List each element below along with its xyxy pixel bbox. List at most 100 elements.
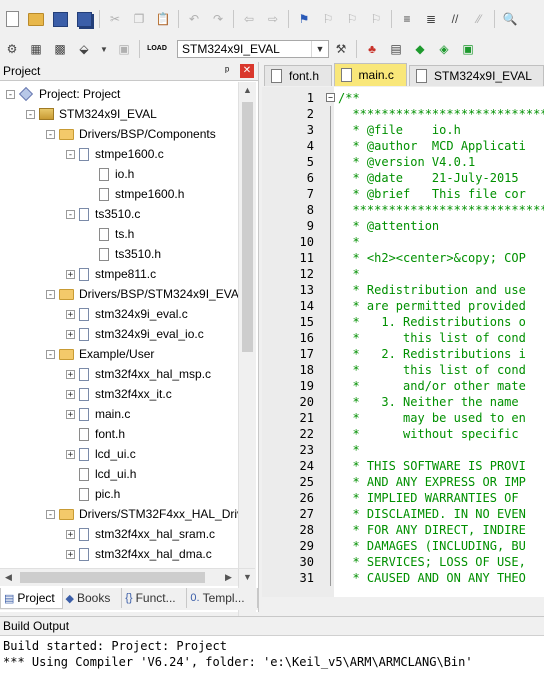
prev-bookmark-icon[interactable]: ⚐ bbox=[320, 11, 336, 27]
insert-bookmark-icon[interactable]: ⚑ bbox=[296, 11, 312, 27]
save-icon[interactable] bbox=[52, 11, 68, 27]
expand-toggle-icon[interactable]: + bbox=[66, 449, 75, 459]
nav-back-icon[interactable]: ⇦ bbox=[241, 11, 257, 27]
tree-item[interactable]: font.h bbox=[66, 424, 125, 444]
file-extensions-icon[interactable]: ▤ bbox=[388, 41, 404, 57]
scroll-thumb[interactable] bbox=[242, 102, 253, 352]
unindent-icon[interactable]: ≣ bbox=[423, 11, 439, 27]
expand-toggle-icon[interactable]: + bbox=[66, 529, 75, 539]
new-file-icon[interactable] bbox=[4, 11, 20, 27]
code-text: **************************** bbox=[338, 107, 544, 121]
scroll-thumb[interactable] bbox=[20, 572, 205, 583]
next-bookmark-icon[interactable]: ⚐ bbox=[344, 11, 360, 27]
project-vertical-scrollbar[interactable]: ▲ ▼ bbox=[238, 82, 256, 630]
collapse-toggle-icon[interactable]: - bbox=[66, 209, 75, 219]
tab-funct[interactable]: {} Funct... bbox=[122, 588, 188, 608]
collapse-toggle-icon[interactable]: - bbox=[46, 349, 55, 359]
editor-tab[interactable]: font.h bbox=[264, 65, 332, 86]
select-packs-icon[interactable]: ◈ bbox=[436, 41, 452, 57]
tree-item[interactable]: lcd_ui.h bbox=[66, 464, 136, 484]
tree-item[interactable]: - Drivers/BSP/Components bbox=[46, 124, 216, 144]
save-all-icon[interactable] bbox=[76, 11, 92, 27]
expand-toggle-icon[interactable]: + bbox=[66, 369, 75, 379]
editor-horizontal-scrollbar[interactable] bbox=[262, 597, 544, 611]
find-in-files-icon[interactable]: 🔍 bbox=[502, 11, 518, 27]
comment-icon[interactable]: // bbox=[447, 11, 463, 27]
tree-item[interactable]: + stm32f4xx_it.c bbox=[66, 384, 172, 404]
tree-item[interactable]: io.h bbox=[86, 164, 134, 184]
stop-build-icon[interactable]: ▣ bbox=[116, 41, 132, 57]
editor-tab[interactable]: main.c bbox=[333, 63, 408, 86]
rte-icon[interactable]: ▣ bbox=[460, 41, 476, 57]
tree-item[interactable]: - ts3510.c bbox=[66, 204, 140, 224]
expand-toggle-icon[interactable]: + bbox=[66, 549, 75, 559]
build-icon[interactable]: ▦ bbox=[28, 41, 44, 57]
tree-item[interactable]: + main.c bbox=[66, 404, 130, 424]
paste-icon[interactable]: 📋 bbox=[155, 11, 171, 27]
download-load-button[interactable]: LOAD bbox=[147, 41, 167, 57]
nav-forward-icon[interactable]: ⇨ bbox=[265, 11, 281, 27]
scroll-down-icon[interactable]: ▼ bbox=[238, 569, 256, 586]
tree-item[interactable]: stmpe1600.h bbox=[86, 184, 184, 204]
tree-item[interactable]: - Drivers/BSP/STM324x9I_EVAL bbox=[46, 284, 238, 304]
collapse-toggle-icon[interactable]: - bbox=[66, 149, 75, 159]
tree-item[interactable]: ts.h bbox=[86, 224, 134, 244]
expand-toggle-icon[interactable]: + bbox=[66, 389, 75, 399]
expand-toggle-icon[interactable]: + bbox=[66, 269, 75, 279]
fold-toggle-icon[interactable]: − bbox=[324, 90, 336, 106]
expand-toggle-icon[interactable]: + bbox=[66, 329, 75, 339]
undo-icon[interactable]: ↶ bbox=[186, 11, 202, 27]
tab-templ[interactable]: 0. Templ... bbox=[187, 588, 258, 608]
tab-books[interactable]: ◆ Books bbox=[63, 588, 123, 608]
collapse-toggle-icon[interactable]: - bbox=[46, 129, 55, 139]
rebuild-icon[interactable]: ▩ bbox=[52, 41, 68, 57]
manage-components-icon[interactable]: ♣ bbox=[364, 41, 380, 57]
tree-item[interactable]: - Project: Project bbox=[6, 84, 120, 104]
code-text: * 2. Redistributions i bbox=[338, 347, 526, 361]
code-line: 25 * AND ANY EXPRESS OR IMP bbox=[262, 474, 544, 490]
scroll-up-icon[interactable]: ▲ bbox=[239, 82, 256, 99]
tree-item[interactable]: - stmpe1600.c bbox=[66, 144, 164, 164]
redo-icon[interactable]: ↷ bbox=[210, 11, 226, 27]
clear-bookmarks-icon[interactable]: ⚐ bbox=[368, 11, 384, 27]
tree-item[interactable]: + stm32f4xx_hal_msp.c bbox=[66, 364, 211, 384]
copy-icon[interactable]: ❐ bbox=[131, 11, 147, 27]
tab-project[interactable]: ▤ Project bbox=[0, 588, 63, 609]
uncomment-icon[interactable]: ⁄⁄ bbox=[471, 11, 487, 27]
editor-tab[interactable]: STM324x9I_EVAL bbox=[409, 65, 544, 86]
expand-toggle-icon[interactable]: + bbox=[66, 309, 75, 319]
code-area[interactable]: 1−/** 2 **************************** 3 * @… bbox=[262, 87, 544, 597]
tree-item[interactable]: - Example/User bbox=[46, 344, 154, 364]
tree-item[interactable]: - Drivers/STM32F4xx_HAL_Driv bbox=[46, 504, 238, 524]
collapse-toggle-icon[interactable]: - bbox=[26, 109, 35, 119]
tree-item[interactable]: + lcd_ui.c bbox=[66, 444, 136, 464]
tree-item[interactable]: ts3510.h bbox=[86, 244, 161, 264]
toolbar-separator bbox=[178, 10, 179, 28]
scroll-left-icon[interactable]: ◀ bbox=[0, 569, 17, 586]
tree-item[interactable]: pic.h bbox=[66, 484, 120, 504]
cut-icon[interactable]: ✂ bbox=[107, 11, 123, 27]
close-icon[interactable]: ✕ bbox=[240, 64, 254, 78]
chevron-down-icon[interactable]: ▼ bbox=[311, 41, 328, 57]
expand-toggle-icon[interactable]: + bbox=[66, 409, 75, 419]
indent-icon[interactable]: ≡ bbox=[399, 11, 415, 27]
target-select[interactable]: STM324x9I_EVAL ▼ bbox=[177, 40, 329, 58]
tree-item[interactable]: - STM324x9I_EVAL bbox=[26, 104, 157, 124]
batch-build-icon[interactable]: ⬙ bbox=[76, 41, 92, 57]
tree-item[interactable]: + stm324x9i_eval_io.c bbox=[66, 324, 204, 344]
tree-item[interactable]: + stm32f4xx_hal_dma.c bbox=[66, 544, 212, 564]
collapse-toggle-icon[interactable]: - bbox=[6, 89, 15, 99]
scroll-right-icon[interactable]: ▶ bbox=[220, 569, 237, 586]
project-horizontal-scrollbar[interactable]: ◀ ▶ ▼ bbox=[0, 568, 255, 586]
target-options-icon[interactable]: ⚒ bbox=[333, 41, 349, 57]
tree-item[interactable]: + stm32f4xx_hal_sram.c bbox=[66, 524, 215, 544]
tree-item[interactable]: + stmpe811.c bbox=[66, 264, 156, 284]
open-folder-icon[interactable] bbox=[28, 11, 44, 27]
collapse-toggle-icon[interactable]: - bbox=[46, 509, 55, 519]
pin-icon[interactable]: ᵖ bbox=[225, 62, 229, 80]
collapse-toggle-icon[interactable]: - bbox=[46, 289, 55, 299]
pack-installer-icon[interactable]: ◆ bbox=[412, 41, 428, 57]
translate-icon[interactable]: ⚙ bbox=[4, 41, 20, 57]
dropdown-chevron-icon[interactable]: ▼ bbox=[100, 41, 108, 57]
tree-item[interactable]: + stm324x9i_eval.c bbox=[66, 304, 188, 324]
